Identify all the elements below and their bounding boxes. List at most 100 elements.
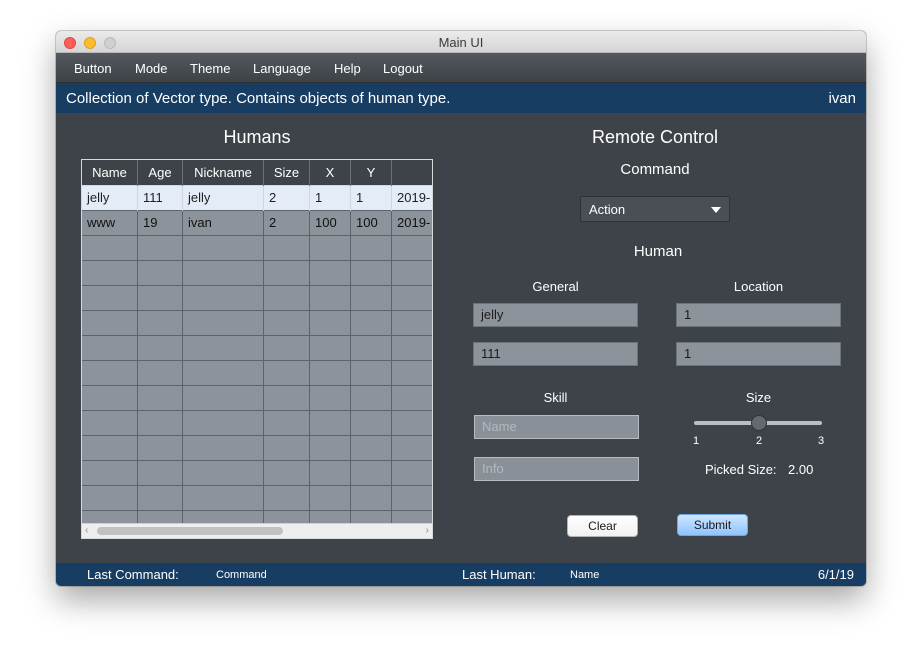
skill-label: Skill [543, 390, 568, 405]
column-header-y[interactable]: Y [351, 160, 392, 186]
cell-x: 1 [310, 186, 351, 211]
column-header-date[interactable] [392, 160, 432, 186]
empty-cell [183, 386, 264, 411]
empty-cell [82, 411, 138, 436]
location-label: Location [733, 279, 784, 294]
column-header-nickname[interactable]: Nickname [183, 160, 264, 186]
humans-title: Humans [223, 127, 291, 147]
location-x-field[interactable]: 1 [676, 303, 841, 327]
empty-cell [310, 461, 351, 486]
empty-cell [351, 411, 392, 436]
empty-cell [264, 386, 310, 411]
scroll-left-icon[interactable]: ‹ [85, 524, 88, 538]
title-bar: Main UI [56, 31, 866, 53]
empty-cell [183, 461, 264, 486]
empty-cell [138, 461, 183, 486]
human-name-field[interactable]: jelly [473, 303, 638, 327]
empty-cell [310, 336, 351, 361]
empty-table-row [82, 461, 432, 486]
skill-name-input[interactable]: Name [474, 415, 639, 439]
general-label: General [532, 279, 579, 294]
empty-table-row [82, 261, 432, 286]
empty-cell [138, 386, 183, 411]
scroll-right-icon[interactable]: › [426, 524, 429, 538]
size-tick-1: 1 [693, 435, 700, 447]
empty-cell [310, 286, 351, 311]
current-user: ivan [828, 90, 856, 107]
menu-language[interactable]: Language [253, 61, 311, 76]
menu-logout[interactable]: Logout [383, 61, 423, 76]
menu-button[interactable]: Button [74, 61, 112, 76]
cell-y: 100 [351, 211, 392, 236]
empty-cell [264, 311, 310, 336]
empty-cell [264, 361, 310, 386]
column-header-x[interactable]: X [310, 160, 351, 186]
empty-cell [138, 436, 183, 461]
empty-cell [392, 436, 432, 461]
status-date: 6/1/19 [817, 567, 854, 582]
empty-cell [82, 261, 138, 286]
empty-cell [351, 336, 392, 361]
size-tick-3: 3 [818, 435, 825, 447]
empty-cell [138, 411, 183, 436]
empty-cell [392, 386, 432, 411]
cell-nickname: ivan [183, 211, 264, 236]
menu-theme[interactable]: Theme [190, 61, 230, 76]
empty-cell [138, 261, 183, 286]
column-header-age[interactable]: Age [138, 160, 183, 186]
remote-control-title: Remote Control [591, 127, 719, 147]
column-header-size[interactable]: Size [264, 160, 310, 186]
chevron-down-icon [711, 207, 721, 213]
cell-nickname: jelly [183, 186, 264, 211]
menu-help[interactable]: Help [334, 61, 361, 76]
empty-cell [183, 411, 264, 436]
humans-table[interactable]: Name Age Nickname Size X Y jelly 111 jel… [81, 159, 433, 539]
location-y-field[interactable]: 1 [676, 342, 841, 366]
empty-cell [392, 336, 432, 361]
status-bar: Last Command: Command Last Human: Name 6… [56, 563, 866, 586]
human-age-field[interactable]: 111 [473, 342, 638, 366]
empty-table-row [82, 386, 432, 411]
empty-cell [183, 261, 264, 286]
empty-cell [82, 236, 138, 261]
scrollbar-thumb[interactable] [97, 527, 283, 535]
empty-cell [183, 311, 264, 336]
window-title: Main UI [438, 35, 484, 50]
empty-cell [264, 236, 310, 261]
size-slider-knob[interactable] [751, 415, 767, 431]
empty-cell [310, 236, 351, 261]
empty-cell [310, 486, 351, 511]
cell-x: 100 [310, 211, 351, 236]
empty-cell [82, 386, 138, 411]
empty-cell [138, 336, 183, 361]
table-row[interactable]: jelly 111 jelly 2 1 1 2019- [82, 186, 432, 211]
empty-cell [351, 461, 392, 486]
cell-date: 2019- [397, 190, 431, 205]
menu-mode[interactable]: Mode [135, 61, 168, 76]
empty-cell [351, 286, 392, 311]
command-selected-value: Action [589, 202, 626, 217]
command-label: Command [620, 161, 690, 178]
skill-info-input[interactable]: Info [474, 457, 639, 481]
empty-table-row [82, 436, 432, 461]
empty-cell [310, 411, 351, 436]
column-header-name[interactable]: Name [82, 160, 138, 186]
submit-button[interactable]: Submit [677, 514, 748, 536]
table-header: Name Age Nickname Size X Y [82, 160, 432, 186]
empty-cell [138, 311, 183, 336]
table-horizontal-scrollbar[interactable]: ‹ › [82, 523, 432, 538]
empty-cell [351, 486, 392, 511]
collection-info: Collection of Vector type. Contains obje… [66, 90, 451, 107]
cell-name: www [82, 211, 138, 236]
cell-date: 2019- [397, 215, 431, 230]
table-row[interactable]: www 19 ivan 2 100 100 2019- [82, 211, 432, 236]
menu-bar: Button Mode Theme Language Help Logout [56, 53, 866, 83]
command-dropdown[interactable]: Action [580, 196, 730, 222]
clear-button[interactable]: Clear [567, 515, 638, 537]
empty-cell [392, 311, 432, 336]
empty-cell [392, 461, 432, 486]
last-human-value: Name [570, 569, 600, 581]
empty-cell [310, 261, 351, 286]
size-tick-2: 2 [756, 435, 763, 447]
empty-cell [392, 261, 432, 286]
